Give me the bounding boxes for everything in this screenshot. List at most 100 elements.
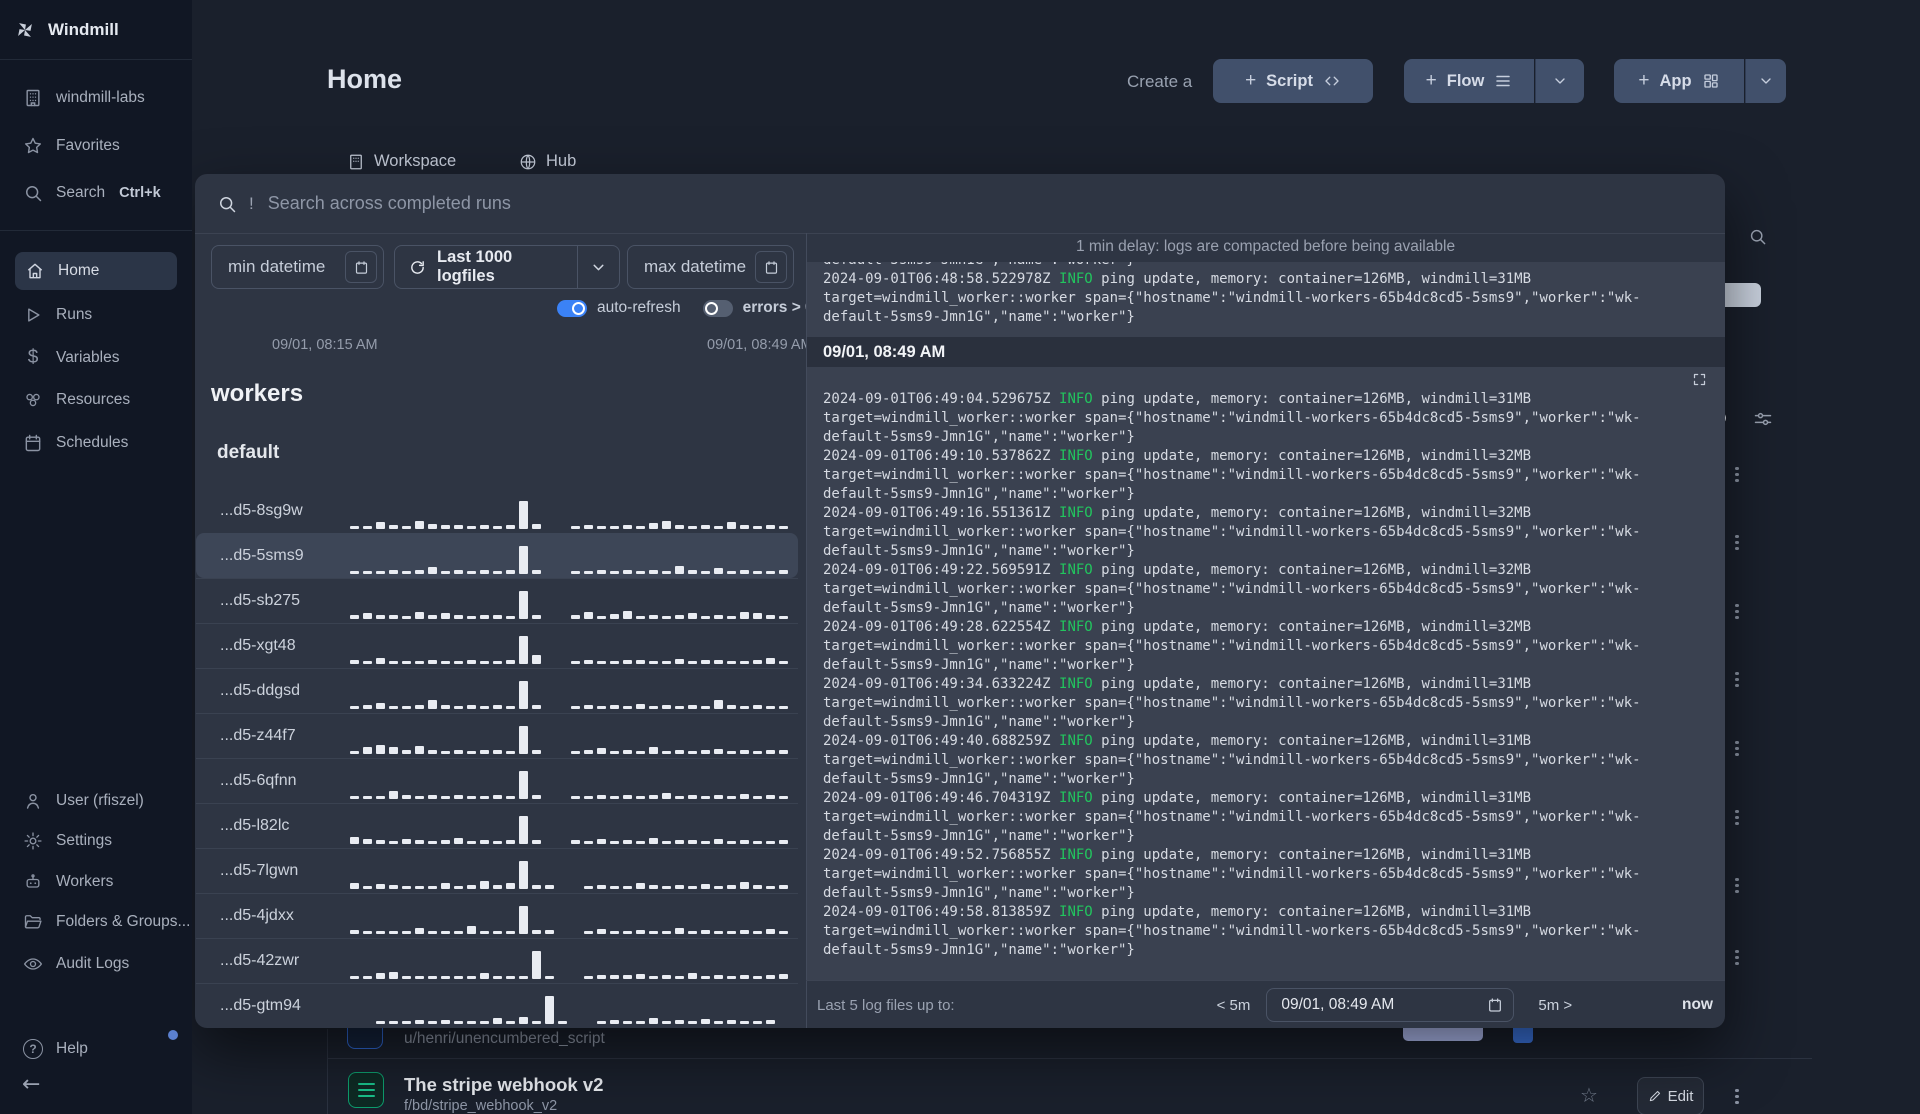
log-line: target=windmill_worker::worker span={"ho… [823, 290, 1641, 306]
create-flow-button[interactable]: + Flow [1404, 59, 1534, 103]
worker-name: ...d5-sb275 [220, 592, 301, 609]
sidebar-item-home[interactable]: Home [15, 252, 177, 290]
sidebar-item-workers[interactable]: Workers [0, 862, 192, 902]
worker-name: ...d5-7lgwn [220, 862, 299, 879]
workers-section-title: workers [211, 380, 304, 407]
range-end-timestamp: 09/01, 08:49 AM [707, 337, 813, 353]
sidebar-item-favorites[interactable]: Favorites [0, 126, 192, 166]
worker-row[interactable]: ...d5-6qfnn [196, 758, 798, 803]
worker-activity-sparkline [350, 859, 788, 889]
gear-icon [22, 830, 44, 852]
worker-row[interactable]: ...d5-sb275 [196, 578, 798, 623]
sidebar-item-workspace[interactable]: windmill-labs [0, 78, 192, 118]
kebab-menu-icon[interactable] [1735, 532, 1739, 553]
sidebar-item-runs[interactable]: Runs [0, 295, 192, 335]
app-grid-icon [1702, 72, 1720, 90]
flow-title[interactable]: The stripe webhook v2 [404, 1074, 603, 1096]
flow-dropdown-toggle[interactable] [1535, 59, 1584, 103]
now-button[interactable]: now [1682, 996, 1713, 1014]
search-shortcut: Ctrl+k [119, 185, 161, 201]
kebab-menu-icon[interactable] [1735, 1086, 1739, 1107]
sidebar-item-label: Schedules [56, 434, 129, 451]
sidebar-item-user[interactable]: User (rfiszel) [0, 781, 192, 821]
errors-toggle[interactable] [702, 299, 733, 317]
worker-row[interactable]: ...d5-42zwr [196, 938, 798, 983]
logfiles-selector[interactable]: Last 1000 logfiles [394, 245, 620, 289]
worker-row[interactable]: ...d5-8sg9w [196, 488, 798, 533]
worker-row[interactable]: ...d5-gtm94 [196, 983, 798, 1028]
calendar-icon[interactable] [345, 251, 377, 283]
sidebar-item-schedules[interactable]: Schedules [0, 423, 192, 463]
worker-activity-sparkline [350, 769, 788, 799]
sidebar-item-label: Resources [56, 391, 131, 408]
worker-activity-sparkline [350, 949, 788, 979]
log-line: 2024-09-01T06:49:52.756855Z INFO ping up… [823, 847, 1532, 863]
app-dropdown-toggle[interactable] [1745, 59, 1786, 103]
log-line: default-5sms9-Jmn1G","name":"worker"} [823, 600, 1135, 616]
row-divider [327, 1058, 1812, 1059]
tab-hub[interactable]: Hub [519, 152, 576, 171]
max-datetime-input[interactable]: max datetime [627, 245, 794, 289]
kebab-menu-icon[interactable] [1735, 807, 1739, 828]
log-line: default-5sms9-Jmn1G","name":"worker"} [823, 714, 1135, 730]
sidebar-item-label: Help [56, 1040, 88, 1057]
plus-icon: + [1638, 70, 1650, 91]
sidebar-item-label: Favorites [56, 137, 120, 154]
calendar-icon[interactable] [1487, 997, 1503, 1013]
worker-row[interactable]: ...d5-z44f7 [196, 713, 798, 758]
create-app-button[interactable]: + App [1614, 59, 1744, 103]
worker-row[interactable]: ...d5-xgt48 [196, 623, 798, 668]
auto-refresh-toggle[interactable] [557, 299, 587, 317]
worker-row[interactable]: ...d5-l82lc [196, 803, 798, 848]
create-app-label: App [1659, 71, 1692, 90]
log-block-previous: default-5sms9-Jmn1G","name":"worker"}202… [807, 262, 1725, 337]
filter-sliders-icon[interactable] [1753, 409, 1773, 429]
tab-workspace[interactable]: Workspace [347, 152, 456, 171]
windmill-logo-icon [14, 19, 36, 41]
log-line: target=windmill_worker::worker span={"ho… [823, 866, 1641, 882]
kebab-menu-icon[interactable] [1735, 738, 1739, 759]
log-datetime-input[interactable]: 09/01, 08:49 AM [1266, 988, 1515, 1022]
worker-row[interactable]: ...d5-ddgsd [196, 668, 798, 713]
search-icon[interactable] [1748, 227, 1767, 246]
favorite-star-icon[interactable]: ☆ [1580, 1083, 1598, 1107]
script-path[interactable]: u/henri/unencumbered_script [404, 1030, 605, 1048]
prev-5m-button[interactable]: < 5m [1217, 997, 1251, 1014]
log-line: default-5sms9-Jmn1G","name":"worker"} [823, 486, 1135, 502]
sidebar-item-resources[interactable]: Resources [0, 380, 192, 420]
worker-row[interactable]: ...d5-5sms9 [196, 533, 798, 578]
log-line: default-5sms9-Jmn1G","name":"worker"} [823, 771, 1135, 787]
sidebar-item-variables[interactable]: $ Variables [0, 338, 192, 378]
flow-icon [348, 1072, 384, 1108]
kebab-menu-icon[interactable] [1735, 875, 1739, 896]
sidebar-item-help[interactable]: ? Help [0, 1029, 192, 1069]
log-line: default-5sms9-Jmn1G","name":"worker"} [823, 942, 1135, 958]
chevron-down-icon[interactable] [590, 259, 607, 276]
kebab-menu-icon[interactable] [1735, 947, 1739, 968]
building-icon [22, 87, 44, 109]
min-datetime-input[interactable]: min datetime [211, 245, 384, 289]
kebab-menu-icon[interactable] [1735, 601, 1739, 622]
worker-row[interactable]: ...d5-4jdxx [196, 893, 798, 938]
log-line: default-5sms9-Jmn1G","name":"worker"} [823, 429, 1135, 445]
create-script-label: Script [1266, 71, 1313, 90]
sidebar-item-audit-logs[interactable]: Audit Logs [0, 944, 192, 984]
collapse-sidebar-arrow[interactable]: ← [22, 1072, 40, 1097]
worker-group-title: default [217, 442, 280, 463]
edit-button[interactable]: Edit [1637, 1077, 1704, 1114]
create-script-button[interactable]: + Script [1213, 59, 1373, 103]
next-5m-button[interactable]: 5m > [1538, 997, 1572, 1014]
expand-icon[interactable] [1692, 372, 1707, 387]
log-line: default-5sms9-Jmn1G","name":"worker"} [823, 657, 1135, 673]
log-line: 2024-09-01T06:49:16.551361Z INFO ping up… [823, 505, 1532, 521]
completed-runs-search-input[interactable] [265, 192, 1725, 215]
sidebar-item-settings[interactable]: Settings [0, 821, 192, 861]
log-delay-notice: 1 min delay: logs are compacted before b… [1075, 238, 1456, 255]
kebab-menu-icon[interactable] [1735, 464, 1739, 485]
log-line: 2024-09-01T06:49:46.704319Z INFO ping up… [823, 790, 1532, 806]
calendar-icon[interactable] [755, 251, 787, 283]
sidebar-item-folders[interactable]: Folders & Groups... [0, 902, 192, 942]
kebab-menu-icon[interactable] [1735, 669, 1739, 690]
sidebar-item-search[interactable]: Search Ctrl+k [0, 173, 192, 213]
worker-row[interactable]: ...d5-7lgwn [196, 848, 798, 893]
